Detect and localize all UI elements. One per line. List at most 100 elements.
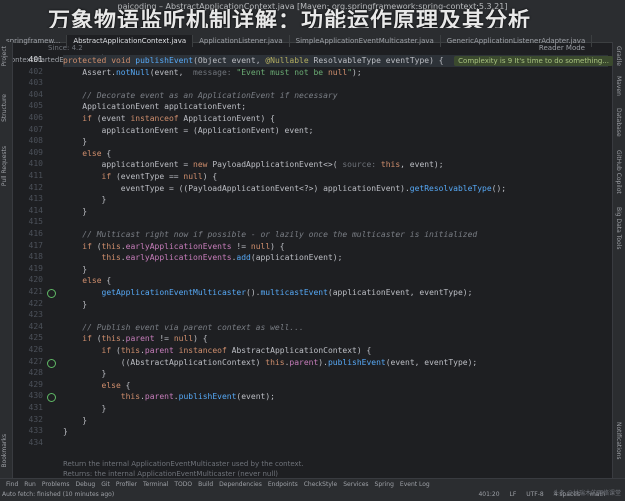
line-gutter: 401 402 403 404 405 406 407 408 409 410 411 412 413 4… xyxy=(13,55,63,450)
tool-github-copilot[interactable]: GitHub Copilot xyxy=(615,150,622,194)
status-message: Auto fetch: finished (10 minutes ago) xyxy=(2,491,115,498)
code-line: if (this.parent instanceof AbstractAppli… xyxy=(101,346,372,355)
tab-abstract-application-context[interactable]: AbstractApplicationContext.java xyxy=(67,35,194,47)
line-number: 412 xyxy=(28,182,43,192)
tab-application-listener[interactable]: ApplicationListener.java xyxy=(193,35,290,47)
bottom-tool-debug[interactable]: Debug xyxy=(75,481,95,488)
line-number: 414 xyxy=(28,205,43,215)
tool-maven[interactable]: Maven xyxy=(615,76,622,96)
code-line: // Multicast right now if possible - or … xyxy=(63,230,478,239)
code-line: if (eventType == null) { xyxy=(101,172,218,181)
tab-simple-multicaster[interactable]: SimpleApplicationEventMulticaster.java xyxy=(290,35,441,47)
bottom-tool-find[interactable]: Find xyxy=(6,481,18,488)
bottom-tool-services[interactable]: Services xyxy=(343,481,368,488)
line-number: 424 xyxy=(28,321,43,331)
line-number: 404 xyxy=(28,89,43,99)
reader-mode-toggle[interactable]: Reader Mode xyxy=(539,44,585,52)
tool-bookmarks[interactable]: Bookmarks xyxy=(1,434,8,468)
right-tool-strip: Gradle Maven Database GitHub Copilot Big… xyxy=(612,42,625,478)
bottom-tool-endpoints[interactable]: Endpoints xyxy=(268,481,298,488)
tool-database[interactable]: Database xyxy=(615,108,622,137)
code-line: } xyxy=(63,299,88,309)
code-line: eventType = ((PayloadApplicationEvent<?>… xyxy=(63,183,507,193)
code-line: } xyxy=(63,404,107,413)
tool-pull-requests[interactable]: Pull Requests xyxy=(1,146,8,186)
caret-position[interactable]: 401:20 xyxy=(478,491,499,498)
code-editor[interactable]: protected void publishEvent(Object event… xyxy=(63,55,608,450)
code-line: Assert.notNull(event, message: "Event mu… xyxy=(63,67,362,77)
bottom-tool-checkstyle[interactable]: CheckStyle xyxy=(304,481,338,488)
bottom-tool-run[interactable]: Run xyxy=(24,481,36,488)
line-number: 432 xyxy=(28,414,43,424)
tool-structure[interactable]: Structure xyxy=(1,94,8,122)
code-line: applicationEvent = new PayloadApplicatio… xyxy=(63,160,444,170)
doc-line: Return the internal ApplicationEventMult… xyxy=(63,460,304,468)
line-number: 422 xyxy=(28,298,43,308)
implementation-gutter-icon[interactable] xyxy=(47,393,56,403)
code-line: } xyxy=(63,427,68,437)
line-number: 433 xyxy=(28,426,43,436)
tool-big-data-tools[interactable]: Big Data Tools xyxy=(615,207,622,250)
code-line: } xyxy=(63,264,88,274)
implementation-gutter-icon[interactable] xyxy=(47,358,56,368)
code-line: } xyxy=(63,195,107,205)
line-number: 431 xyxy=(28,403,43,412)
bottom-tool-terminal[interactable]: Terminal xyxy=(143,481,168,488)
since-doc: Since: 4.2 xyxy=(48,44,83,52)
bottom-tool-git[interactable]: Git xyxy=(101,481,110,488)
line-number: 402 xyxy=(28,66,43,76)
line-number: 403 xyxy=(28,78,43,88)
file-encoding[interactable]: UTF-8 xyxy=(526,491,544,498)
code-line: else { xyxy=(82,276,112,286)
code-line: // Decorate event as an ApplicationEvent… xyxy=(63,90,338,100)
line-number: 423 xyxy=(28,310,43,320)
code-line: if (this.parent != null) { xyxy=(82,334,208,344)
watermark: 头条 @林瑞木的网络课堂 xyxy=(553,490,621,497)
bottom-tool-spring[interactable]: Spring xyxy=(375,481,394,488)
line-number: 411 xyxy=(28,171,43,180)
title-bar: paicoding – AbstractApplicationContext.j… xyxy=(0,0,625,34)
line-number: 425 xyxy=(28,333,43,343)
tool-notifications[interactable]: Notifications xyxy=(615,422,622,460)
bottom-tool-dependencies[interactable]: Dependencies xyxy=(219,481,262,488)
code-line: if (event instanceof ApplicationEvent) { xyxy=(82,114,275,123)
line-number: 415 xyxy=(28,217,43,227)
status-bar: Find Run Problems Debug Git Profiler Terminal T… xyxy=(0,478,625,501)
code-line: getApplicationEventMulticaster().multica… xyxy=(101,288,473,297)
line-number: 421 xyxy=(28,287,43,296)
bottom-tool-profiler[interactable]: Profiler xyxy=(116,481,137,488)
bottom-tool-build[interactable]: Build xyxy=(198,481,213,488)
line-number: 417 xyxy=(28,240,43,250)
code-line: } xyxy=(63,415,88,425)
line-number: 427 xyxy=(28,356,43,366)
left-tool-strip: Project Structure Pull Requests Bookmark… xyxy=(0,42,13,478)
line-separator[interactable]: LF xyxy=(509,491,516,498)
line-number: 430 xyxy=(28,391,43,401)
line-number: 406 xyxy=(28,113,43,122)
tool-gradle[interactable]: Gradle xyxy=(615,46,622,66)
code-line: } xyxy=(63,206,88,216)
line-number: 410 xyxy=(28,159,43,169)
line-number: 413 xyxy=(28,194,43,204)
implementation-gutter-icon[interactable] xyxy=(47,289,56,298)
line-number: 408 xyxy=(28,136,43,146)
tool-project[interactable]: Project xyxy=(1,46,8,67)
bottom-tool-todo[interactable]: TODO xyxy=(174,481,192,488)
code-line: this.earlyApplicationEvents.add(applicat… xyxy=(101,253,343,263)
bottom-tool-problems[interactable]: Problems xyxy=(42,481,70,488)
complexity-hint: Complexity is 9 It's time to do somethin… xyxy=(454,56,613,66)
line-number: 434 xyxy=(28,437,43,447)
line-number: 426 xyxy=(28,345,43,354)
code-line: // Publish event via parent context as w… xyxy=(63,322,304,332)
bottom-tool-event-log[interactable]: Event Log xyxy=(400,481,430,488)
line-number: 401 xyxy=(28,55,43,64)
code-line: if (this.earlyApplicationEvents != null)… xyxy=(82,241,285,251)
line-number: 419 xyxy=(28,263,43,273)
line-number: 428 xyxy=(28,368,43,378)
code-line: ApplicationEvent applicationEvent; xyxy=(63,102,247,112)
line-number: 409 xyxy=(28,147,43,157)
